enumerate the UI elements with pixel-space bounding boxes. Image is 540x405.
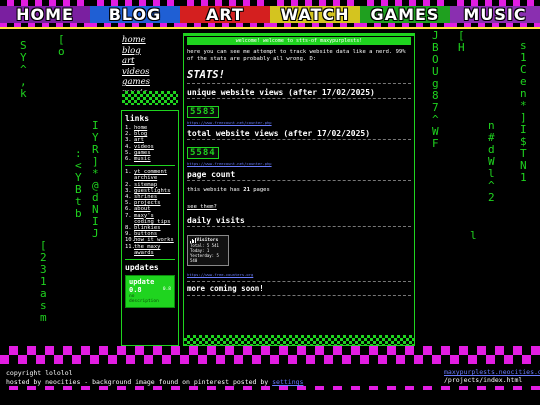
update-version: 0.8 [162, 287, 171, 293]
site-path: /projects/index.html [444, 376, 523, 384]
sidebar-link-coding-tips[interactable]: maxy's coding tips [134, 213, 175, 225]
list-number: 7. [125, 212, 132, 219]
nav-tab-home[interactable]: HOME [0, 0, 90, 28]
matrix-column: n # d W l ^ 2 [488, 119, 495, 204]
matrix-column: J B O U g 8 7 ^ W F [432, 29, 439, 150]
nav-tab-art[interactable]: ART [180, 0, 270, 28]
top-nav: HOME BLOG ART WATCH GAMES MUSIC [0, 0, 540, 28]
matrix-column: s 1 C e n * ] I $ T N 1 [520, 39, 527, 184]
sidebar-link-music[interactable]: music [134, 156, 151, 162]
list-item: 1. yt comment archive [125, 169, 175, 181]
quick-link-videos[interactable]: videos [122, 67, 178, 78]
hosting-credit: hosted by neocities - background image f… [6, 378, 303, 386]
page-count-heading: page count [187, 170, 411, 181]
update-desc-line: description [129, 299, 159, 305]
matrix-column: [ H [458, 29, 465, 54]
total-counter-link[interactable]: https://www.freecount.net/counter.php [187, 161, 411, 166]
see-them-link[interactable]: see them? [187, 204, 217, 210]
unique-views-counter: 5583 [187, 106, 219, 118]
intro-text: here you can see me attempt to track web… [187, 49, 406, 62]
secondary-links: 1. yt comment archive 2. sitemap 3. guestli… [125, 169, 175, 256]
unique-counter-link[interactable]: https://www.freecount.net/counter.php [187, 120, 411, 125]
matrix-column: [ o [58, 33, 65, 58]
list-number: 6. [125, 156, 132, 163]
updates-heading: updates [125, 263, 159, 273]
main-panel: welcome! welcome to stts-of maxypurplest… [183, 33, 415, 346]
primary-links: 1. home 2. blog 3. art 4. videos 5. games 6. m… [125, 125, 175, 162]
links-heading: links [125, 114, 150, 123]
total-views-heading: total website views (after 17/02/2025) [187, 129, 411, 140]
quick-link-games[interactable]: games [122, 77, 178, 88]
nav-tab-watch[interactable]: WATCH [270, 0, 360, 28]
matrix-column: I Y R ] * @ d N I J [92, 119, 99, 240]
copyright-text: copyright lololol [6, 369, 73, 377]
quick-link-home[interactable]: home [122, 35, 178, 46]
daily-visits-heading: daily visits [187, 216, 411, 227]
widget-link[interactable]: https://www.free-counters.org [187, 272, 411, 277]
update-card[interactable]: update 0.8 0.8 no description [125, 275, 175, 309]
matrix-column: l [470, 229, 477, 242]
nav-tab-blog[interactable]: BLOG [90, 0, 180, 28]
page-title: STATS! [187, 69, 411, 84]
credit-link[interactable]: settings [272, 378, 303, 386]
matrix-column: S Y ^ , k [20, 39, 27, 100]
visitors-widget[interactable]: Visitors Total: 5 541 Today: 1 Yesterday… [187, 235, 229, 266]
site-url: maxypurplests.neocities.org [444, 368, 540, 376]
unique-views-heading: unique website views (after 17/02/2025) [187, 88, 411, 99]
list-number: 1. [125, 169, 132, 176]
nav-tab-label: HOME [16, 4, 74, 24]
sidebar-link-maxy-awards[interactable]: the maxy awards [134, 244, 175, 256]
nav-tab-label: ART [206, 4, 244, 24]
list-item: 7. maxy's coding tips [125, 213, 175, 225]
site-url-link[interactable]: maxypurplests.neocities.org [444, 368, 540, 376]
sidebar-link-yt-comment-archive[interactable]: yt comment archive [134, 169, 175, 181]
matrix-column: : < Y B t b [75, 147, 82, 220]
nav-tab-label: WATCH [280, 4, 350, 24]
page-count-post: pages [253, 187, 270, 193]
page-count-pre: this website has [187, 187, 240, 193]
sidebar: links 1. home 2. blog 3. art 4. videos 5. gam… [121, 110, 179, 346]
list-item: 6. music [125, 156, 175, 162]
nav-tab-label: MUSIC [463, 4, 527, 24]
page-count-value: 21 [243, 187, 250, 193]
main-checker-strip [184, 335, 414, 345]
total-views-counter: 5584 [187, 147, 219, 159]
divider [125, 165, 175, 167]
nav-tab-label: GAMES [370, 4, 440, 24]
nav-tab-music[interactable]: MUSIC [450, 0, 540, 28]
sidebar-checker-strip [122, 91, 178, 105]
nav-tab-label: BLOG [108, 4, 162, 24]
visitors-yesterday: Yesterday: 5 540 [190, 253, 219, 263]
list-number: 11. [125, 243, 135, 250]
matrix-column: [ 2 3 1 a s m [40, 239, 47, 324]
welcome-banner: welcome! welcome to stts-of maxypurplest… [187, 37, 411, 45]
list-item: 11. the maxy awards [125, 244, 175, 256]
nav-tab-games[interactable]: GAMES [360, 0, 450, 28]
top-divider [0, 27, 540, 29]
divider [125, 259, 175, 261]
update-description: no description [129, 294, 159, 304]
quick-link-blog[interactable]: blog [122, 46, 178, 57]
more-coming-soon: more coming soon! [187, 281, 411, 296]
page-count-text: this website has 21 pages [187, 187, 411, 193]
main-top-accent [183, 33, 415, 36]
quick-link-art[interactable]: art [122, 56, 178, 67]
hosting-credit-text: hosted by neocities - background image f… [6, 378, 269, 386]
